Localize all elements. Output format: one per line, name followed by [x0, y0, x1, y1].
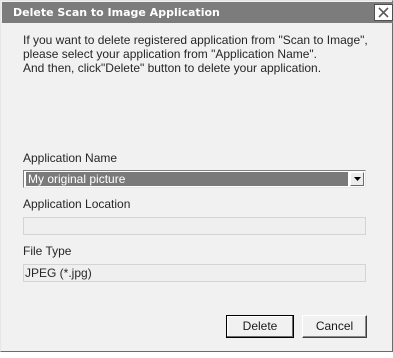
dropdown-button[interactable] [350, 172, 364, 186]
chevron-down-icon [354, 177, 361, 181]
file-type-label: File Type [23, 244, 72, 258]
file-type-field: JPEG (*.jpg) [23, 264, 366, 282]
instructions-text: If you want to delete registered applica… [23, 33, 373, 75]
cancel-button[interactable]: Cancel [302, 315, 367, 338]
instructions-line-1: If you want to delete registered applica… [23, 33, 368, 61]
application-name-label: Application Name [23, 151, 118, 165]
window-title: Delete Scan to Image Application [13, 6, 220, 19]
application-location-label: Application Location [23, 197, 131, 211]
title-bar[interactable]: Delete Scan to Image Application [2, 2, 393, 23]
delete-button[interactable]: Delete [226, 315, 294, 338]
delete-application-dialog: Delete Scan to Image Application If you … [0, 0, 393, 352]
application-name-selected: My original picture [26, 172, 348, 186]
close-icon [378, 7, 389, 18]
close-button[interactable] [374, 4, 393, 21]
application-location-field [23, 217, 366, 235]
instructions-line-2: And then, click"Delete" button to delete… [23, 61, 322, 75]
application-name-dropdown[interactable]: My original picture [23, 170, 366, 188]
